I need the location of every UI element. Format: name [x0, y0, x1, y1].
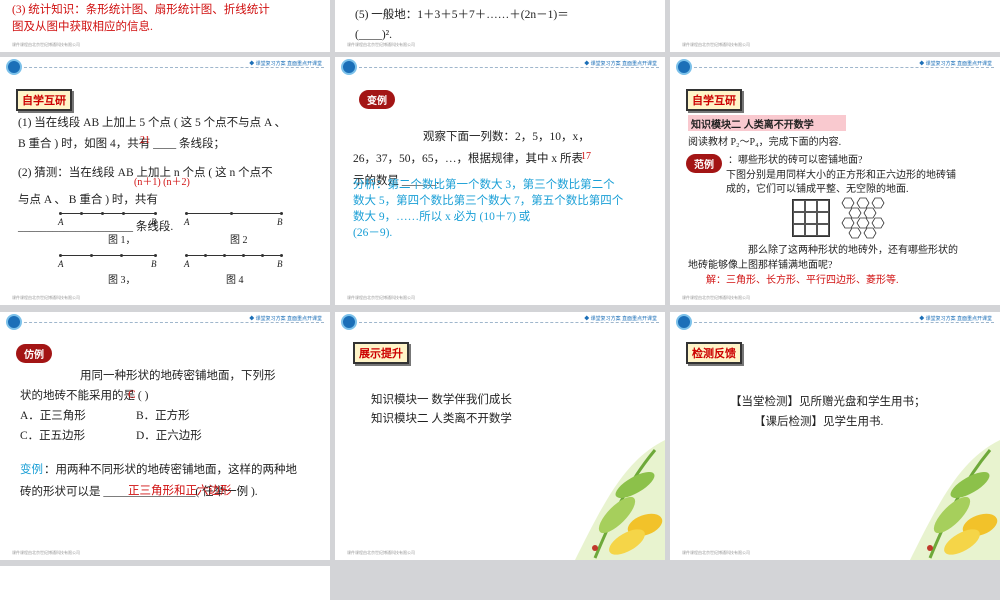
figure-caption: 图 1， [108, 235, 136, 246]
analysis-line: (26－9). [353, 227, 393, 239]
example-pill: 范例 [686, 154, 722, 173]
option-c: C．正五边形 [20, 430, 86, 442]
section-pill: 仿例 [16, 344, 52, 363]
question-line: 地砖能够像上图那样铺满地面呢? [688, 260, 833, 271]
slide-footer: 课件课程由北京世纪博通科技有限公司 [347, 42, 415, 47]
logo-icon [6, 59, 22, 75]
question-line: B 重合 ) 时，如图 4，共有 ____ 条线段； [18, 138, 225, 150]
slide-3[interactable]: 课件课程由北京世纪博通科技有限公司 [670, 0, 1000, 52]
plant-decoration-image [910, 440, 1000, 560]
question-line: 成的，它们可以铺成平整、无空隙的地面. [726, 184, 909, 195]
variant-line: ：用两种不同形状的地砖密铺地面，这样的两种地 [44, 464, 297, 476]
answer-text: C [128, 389, 136, 401]
slide-8[interactable]: ◆ 课堂复习方案 直面重点开课堂 展示提升 知识模块一 数学伴我们成长 知识模块… [335, 312, 665, 560]
logo-icon [6, 314, 22, 330]
summary-line: 知识模块一 数学伴我们成长 [371, 394, 512, 406]
slide-header: ◆ 课堂复习方案 直面重点开课堂 [335, 57, 665, 75]
figure-caption: 图 2 [230, 235, 248, 246]
slide-10[interactable] [0, 566, 330, 600]
question-line: 26，37，50，65，…，根据规律，其中 x 所表 [353, 153, 583, 165]
slide-header: ◆ 课堂复习方案 直面重点开课堂 [0, 57, 330, 75]
slide-footer: 课件课程由北京世纪博通科技有限公司 [12, 550, 80, 555]
figure-caption: 图 3， [108, 275, 136, 286]
plant-decoration-image [575, 440, 665, 560]
module-heading: 知识模块二 人类离不开数学 [688, 115, 846, 131]
section-tag: 自学互研 [686, 89, 742, 111]
slide-footer: 课件课程由北京世纪博通科技有限公司 [12, 295, 80, 300]
logo-icon [676, 59, 692, 75]
answer-text: 解：三角形、长方形、平行四边形、菱形等. [706, 275, 899, 286]
logo-icon [676, 314, 692, 330]
answer-text: 17 [581, 151, 591, 162]
slide-footer: 课件课程由北京世纪博通科技有限公司 [682, 295, 750, 300]
answer-text: 正三角形和正六边形 [128, 485, 232, 497]
slide-footer: 课件课程由北京世纪博通科技有限公司 [347, 550, 415, 555]
slide-footer: 课件课程由北京世纪博通科技有限公司 [682, 550, 750, 555]
question-line: (1) 当在线段 AB 上加上 5 个点 ( 这 5 个点不与点 A 、 [18, 117, 287, 129]
slide-header: ◆ 课堂复习方案 直面重点开课堂 [335, 312, 665, 330]
option-d: D．正六边形 [136, 430, 202, 442]
slide2-line1: (5) 一般地：1＋3＋5＋7＋……＋(2n－1)＝ [355, 9, 569, 21]
variant-label: 变例 [20, 464, 43, 476]
question-line: ____________________ 条线段. [18, 221, 174, 233]
slide-1[interactable]: (3) 统计知识：条形统计图、扇形统计图、折线统计 图及从图中获取相应的信息. … [0, 0, 330, 52]
slide-header: ◆ 课堂复习方案 直面重点开课堂 [0, 312, 330, 330]
question-line: 用同一种形状的地砖密铺地面，下列形 [80, 370, 276, 382]
section-tag: 展示提升 [353, 342, 409, 364]
slide-footer: 课件课程由北京世纪博通科技有限公司 [12, 42, 80, 47]
slide-9[interactable]: ◆ 课堂复习方案 直面重点开课堂 检测反馈 【当堂检测】见所赠光盘和学生用书； … [670, 312, 1000, 560]
slide-header: ◆ 课堂复习方案 直面重点开课堂 [670, 57, 1000, 75]
question-line: 下图分别是用同样大小的正方形和正六边形的地砖铺 [726, 170, 956, 181]
slide-header: ◆ 课堂复习方案 直面重点开课堂 [670, 312, 1000, 330]
option-b: B．正方形 [136, 410, 190, 422]
question-line: 与点 A 、 B 重合 ) 时，共有 [18, 194, 158, 206]
slide-6[interactable]: ◆ 课堂复习方案 直面重点开课堂 自学互研 知识模块二 人类离不开数学 阅读教材… [670, 57, 1000, 305]
option-a: A．正三角形 [20, 410, 86, 422]
answer-text: (n＋1) (n＋2) [134, 177, 190, 188]
hexagon-tiling-figure [841, 197, 885, 239]
slide-2[interactable]: (5) 一般地：1＋3＋5＋7＋……＋(2n－1)＝ (____)². 课件课程… [335, 0, 665, 52]
square-tiling-figure [792, 199, 830, 237]
question-line: 观察下面一列数：2，5，10，x， [423, 131, 590, 143]
answer-text: 21 [140, 135, 150, 146]
section-pill: 变例 [359, 90, 395, 109]
logo-icon [341, 59, 357, 75]
read-instruction: 阅读教材 P₂～P₄，完成下面的内容. [688, 137, 842, 148]
question-line: 那么除了这两种形状的地砖外，还有哪些形状的 [748, 245, 958, 256]
section-tag: 自学互研 [16, 89, 72, 111]
slide-footer: 课件课程由北京世纪博通科技有限公司 [682, 42, 750, 47]
logo-icon [341, 314, 357, 330]
check-line: 【课后检测】见学生用书. [754, 416, 884, 428]
summary-line: 知识模块二 人类离不开数学 [371, 413, 512, 425]
slide-5[interactable]: ◆ 课堂复习方案 直面重点开课堂 变例 观察下面一列数：2，5，10，x， 26… [335, 57, 665, 305]
section-tag: 检测反馈 [686, 342, 742, 364]
slide-4[interactable]: ◆ 课堂复习方案 直面重点开课堂 自学互研 (1) 当在线段 AB 上加上 5 … [0, 57, 330, 305]
figure-caption: 图 4 [226, 275, 244, 286]
slide-7[interactable]: ◆ 课堂复习方案 直面重点开课堂 仿例 用同一种形状的地砖密铺地面，下列形 状的… [0, 312, 330, 560]
question-line: ：哪些形状的砖可以密铺地面? [728, 155, 863, 166]
slide1-line2: 图及从图中获取相应的信息. [12, 21, 153, 33]
slide-footer: 课件课程由北京世纪博通科技有限公司 [347, 295, 415, 300]
check-line: 【当堂检测】见所赠光盘和学生用书； [730, 396, 926, 408]
